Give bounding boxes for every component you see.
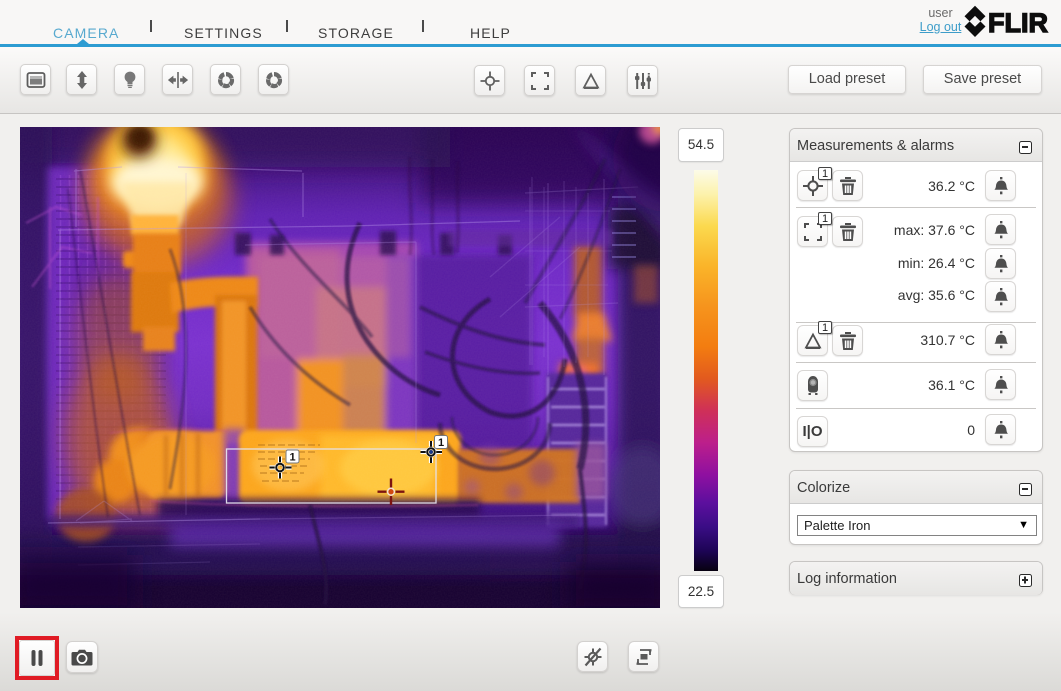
svg-text:1: 1: [438, 437, 444, 449]
svg-text:1: 1: [289, 452, 295, 464]
svg-text:FLIR: FLIR: [988, 8, 1048, 38]
